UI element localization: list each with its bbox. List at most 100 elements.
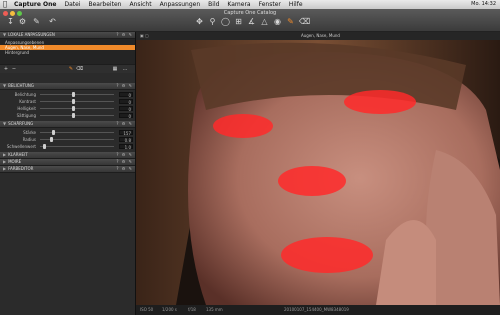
color-editor-header[interactable]: ▶ Farbeditor ? ⚙ ✎ — [0, 166, 135, 173]
section-title: Klarheit — [8, 152, 28, 157]
slider-track[interactable] — [40, 146, 114, 147]
menu-hilfe[interactable]: Hilfe — [285, 0, 307, 9]
crop-icon[interactable]: ⊞ — [234, 17, 243, 26]
slider-label: Belichtung — [14, 92, 36, 97]
undo-icon[interactable]: ↶ — [48, 17, 57, 26]
slider-track[interactable] — [40, 94, 114, 95]
straighten-icon[interactable]: ∡ — [247, 17, 256, 26]
slider-value[interactable]: 0 — [119, 106, 133, 112]
menu-bar:  Capture One Datei Bearbeiten Ansicht A… — [0, 0, 500, 9]
slider-track[interactable] — [40, 115, 114, 116]
slider-row: Belichtung 0 — [0, 91, 135, 98]
section-options-icon[interactable]: ? ⚙ ✎ — [116, 121, 133, 127]
section-title: Lokale Anpassungen — [8, 32, 55, 37]
slider-label: Sättigung — [16, 113, 36, 118]
slider-value[interactable]: 0 — [119, 99, 133, 105]
focal-readout: 135 mm — [206, 307, 223, 312]
expand-triangle-icon[interactable]: ▶ — [3, 159, 6, 164]
section-title: Farbeditor — [8, 166, 34, 171]
filename-readout: 20100107_154400_MW8348019 — [284, 307, 349, 312]
slider-row: Radius 0.8 — [0, 136, 135, 143]
slider-value[interactable]: 0 — [119, 92, 133, 98]
section-options-icon[interactable]: ? ⚙ ✎ — [116, 32, 133, 38]
toolbar: Capture One Catalog ↧ ⚙ ✎ ↶ ✥ ⚲ ◯ ⊞ ∡ △ … — [0, 9, 500, 32]
slider-knob[interactable] — [72, 106, 76, 111]
tool-panel: ▼ Lokale Anpassungen ? ⚙ ✎ Anpassungseben… — [0, 32, 136, 315]
spot-removal-icon[interactable]: ◉ — [273, 17, 282, 26]
status-bar: ISO 50 1/200 s f/18 135 mm 20100107_1544… — [136, 305, 500, 315]
slider-knob[interactable] — [72, 113, 76, 118]
menubar-clock: Mo. 14:32 — [471, 1, 496, 7]
section-options-icon[interactable]: ? ⚙ ✎ — [116, 166, 133, 172]
menu-bild[interactable]: Bild — [204, 0, 223, 9]
sharpening-header[interactable]: ▼ Schärfung ? ⚙ ✎ — [0, 121, 135, 128]
menu-datei[interactable]: Datei — [60, 0, 84, 9]
mask-eye-left — [213, 114, 273, 138]
mask-toggle-icon[interactable]: ▦ — [112, 66, 118, 72]
slider-knob[interactable] — [50, 137, 54, 142]
draw-mask-icon[interactable]: ✎ — [286, 17, 295, 26]
slider-value[interactable]: 157 — [119, 130, 133, 136]
slider-knob[interactable] — [52, 130, 56, 135]
erase-mask-icon[interactable]: ⌫ — [299, 17, 310, 26]
brush-tool-icon[interactable]: ✎ — [68, 66, 74, 72]
collapse-triangle-icon[interactable]: ▼ — [3, 121, 6, 126]
slider-knob[interactable] — [42, 144, 46, 149]
export-icon[interactable]: ⚙ — [18, 17, 27, 26]
menu-app[interactable]: Capture One — [10, 0, 60, 9]
slider-label: Schwellenwert — [6, 144, 36, 149]
slider-label: Kontrast — [19, 99, 36, 104]
brush-icon[interactable]: ✎ — [32, 17, 41, 26]
section-options-icon[interactable]: ? ⚙ ✎ — [116, 83, 133, 89]
loupe-icon[interactable]: ◯ — [221, 17, 230, 26]
window-title: Capture One Catalog — [223, 10, 277, 16]
mask-mouth — [281, 237, 373, 273]
exposure-header[interactable]: ▼ Belichtung ? ⚙ ✎ — [0, 83, 135, 90]
expand-triangle-icon[interactable]: ▶ — [3, 152, 6, 157]
sharpening-sliders: Stärke 157 Radius 0.8 Schwellenwert 1.0 — [0, 128, 135, 152]
shutter-readout: 1/200 s — [162, 307, 177, 312]
keystone-icon[interactable]: △ — [260, 17, 269, 26]
slider-value[interactable]: 0 — [119, 113, 133, 119]
menu-fenster[interactable]: Fenster — [255, 0, 285, 9]
slider-row: Kontrast 0 — [0, 98, 135, 105]
clarity-header[interactable]: ▶ Klarheit ? ⚙ ✎ — [0, 152, 135, 159]
remove-layer-icon[interactable]: − — [11, 66, 17, 72]
section-options-icon[interactable]: ? ⚙ ✎ — [116, 159, 133, 165]
slider-label: Radius — [22, 137, 36, 142]
slider-row: Sättigung 0 — [0, 112, 135, 119]
slider-track[interactable] — [40, 108, 114, 109]
local-adjustments-header[interactable]: ▼ Lokale Anpassungen ? ⚙ ✎ — [0, 32, 135, 39]
options-icon[interactable]: … — [122, 66, 128, 72]
add-layer-icon[interactable]: + — [3, 66, 9, 72]
menu-ansicht[interactable]: Ansicht — [125, 0, 155, 9]
expand-triangle-icon[interactable]: ▶ — [3, 166, 6, 171]
image-viewer[interactable]: ▣ ▢ Augen, Nase, Mund ISO 50 1/200 s f/1… — [136, 32, 500, 315]
menu-kamera[interactable]: Kamera — [223, 0, 254, 9]
section-options-icon[interactable]: ? ⚙ ✎ — [116, 152, 133, 158]
zoom-icon[interactable]: ⚲ — [208, 17, 217, 26]
section-title: Schärfung — [8, 121, 34, 126]
slider-track[interactable] — [40, 132, 114, 133]
layer-item[interactable]: Hintergrund — [0, 50, 135, 55]
slider-label: Stärke — [23, 130, 36, 135]
slider-knob[interactable] — [72, 99, 76, 104]
slider-track[interactable] — [40, 101, 114, 102]
slider-row: Schwellenwert 1.0 — [0, 143, 135, 150]
panel-spacer — [0, 73, 135, 83]
pan-icon[interactable]: ✥ — [195, 17, 204, 26]
apple-menu-icon[interactable]:  — [0, 0, 10, 9]
import-icon[interactable]: ↧ — [6, 17, 15, 26]
view-mode-icon[interactable]: ▣ ▢ — [140, 32, 149, 40]
slider-knob[interactable] — [72, 92, 76, 97]
collapse-triangle-icon[interactable]: ▼ — [3, 83, 6, 88]
photo-canvas[interactable] — [136, 40, 500, 305]
slider-value[interactable]: 0.8 — [119, 137, 133, 143]
menu-anpassungen[interactable]: Anpassungen — [156, 0, 205, 9]
slider-value[interactable]: 1.0 — [119, 144, 133, 150]
erase-tool-icon[interactable]: ⌫ — [76, 66, 83, 72]
collapse-triangle-icon[interactable]: ▼ — [3, 32, 6, 37]
layer-tools: + − ✎ ⌫ ▦ … — [0, 64, 135, 73]
moire-header[interactable]: ▶ Moiré ? ⚙ ✎ — [0, 159, 135, 166]
menu-bearbeiten[interactable]: Bearbeiten — [84, 0, 125, 9]
